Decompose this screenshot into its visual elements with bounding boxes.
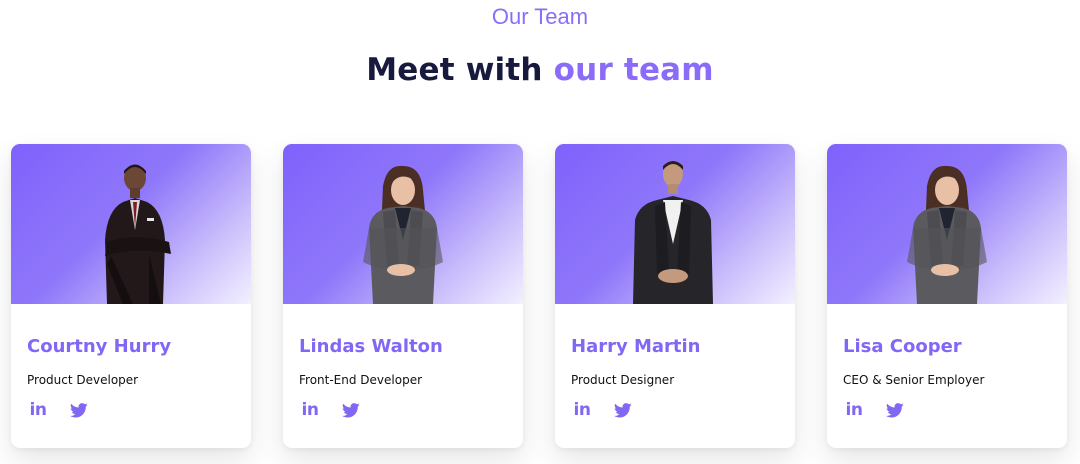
twitter-icon[interactable] xyxy=(884,399,906,421)
member-photo xyxy=(555,144,795,304)
section-title-prefix: Meet with xyxy=(366,52,543,88)
member-role: Product Developer xyxy=(27,373,139,387)
member-name: Courtny Hurry xyxy=(27,336,172,357)
member-name: Lisa Cooper xyxy=(843,336,962,357)
linkedin-icon[interactable]: in xyxy=(299,399,321,421)
twitter-icon[interactable] xyxy=(612,399,634,421)
member-name: Lindas Walton xyxy=(299,336,443,357)
section-title: Meet with our team xyxy=(0,52,1080,88)
member-photo xyxy=(827,144,1067,304)
section-title-accent: our team xyxy=(553,52,714,88)
team-card: Lindas Walton Front-End Developer in xyxy=(283,144,523,448)
team-card: Lisa Cooper CEO & Senior Employer in xyxy=(827,144,1067,448)
linkedin-icon[interactable]: in xyxy=(843,399,865,421)
twitter-icon[interactable] xyxy=(68,399,90,421)
member-name: Harry Martin xyxy=(571,336,701,357)
member-role: Front-End Developer xyxy=(299,373,423,387)
team-card: Courtny Hurry Product Developer in xyxy=(11,144,251,448)
linkedin-icon[interactable]: in xyxy=(27,399,49,421)
member-role: CEO & Senior Employer xyxy=(843,373,985,387)
linkedin-icon[interactable]: in xyxy=(571,399,593,421)
member-role: Product Designer xyxy=(571,373,675,387)
twitter-icon[interactable] xyxy=(340,399,362,421)
section-label: Our Team xyxy=(491,4,589,29)
team-card: Harry Martin Product Designer in xyxy=(555,144,795,448)
member-photo xyxy=(283,144,523,304)
member-photo xyxy=(11,144,251,304)
